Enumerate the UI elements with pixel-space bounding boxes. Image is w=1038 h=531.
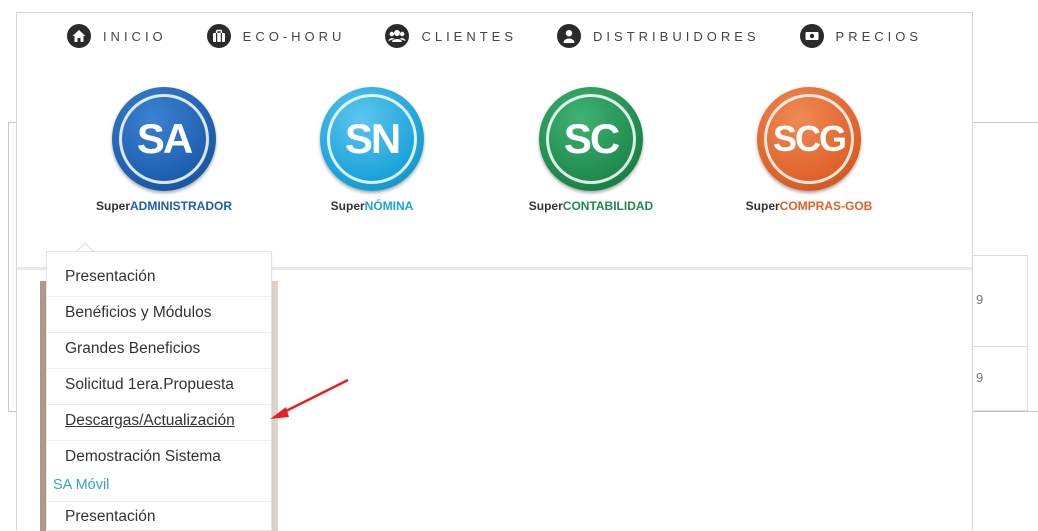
menu-item-grandes-beneficios[interactable]: Grandes Beneficios	[47, 339, 271, 359]
product-name: SuperADMINISTRADOR	[95, 199, 232, 213]
menu-separator	[47, 368, 271, 369]
background-divider	[972, 122, 1038, 123]
menu-separator	[47, 501, 271, 502]
sn-logo: SN	[320, 87, 424, 191]
briefcase-icon	[206, 24, 231, 48]
product-supercontabilidad[interactable]: SC SuperCONTABILIDAD	[501, 87, 681, 213]
menu-item-sa-movil-presentacion[interactable]: Presentación	[47, 507, 271, 527]
nav-item-distribuidores[interactable]: DISTRIBUIDORES	[557, 24, 760, 48]
dropdown-menu: Presentación Benéficios y Módulos Grande…	[46, 251, 272, 531]
menu-separator	[47, 440, 271, 441]
background-divider	[972, 411, 1038, 412]
table-row-divider	[973, 346, 1027, 347]
menu-section-heading[interactable]: SA Móvil	[53, 477, 109, 493]
nav-item-clientes[interactable]: CLIENTES	[385, 24, 517, 48]
product-superadministrador[interactable]: SA SuperADMINISTRADOR	[74, 87, 254, 213]
users-icon	[385, 24, 410, 48]
background-table: 9 9	[972, 255, 1028, 411]
top-navigation: INICIO ECO-HORU CLIENTES DISTRIBUIDORES …	[17, 13, 972, 59]
nav-item-inicio[interactable]: INICIO	[66, 24, 167, 48]
menu-separator	[47, 296, 271, 297]
product-name: SuperCOMPRAS-GOB	[745, 199, 873, 213]
annotation-arrow-icon	[270, 378, 349, 419]
menu-item-demostracion-sistema[interactable]: Demostración Sistema	[47, 447, 271, 467]
table-cell: 9	[976, 370, 984, 385]
menu-item-presentacion[interactable]: Presentación	[47, 267, 271, 287]
product-supercompras-gob[interactable]: SCG SuperCOMPRAS-GOB	[719, 87, 899, 213]
home-icon	[66, 24, 91, 48]
menu-item-beneficios-modulos[interactable]: Benéficios y Módulos	[47, 303, 271, 323]
nav-label: ECO-HORU	[242, 28, 346, 44]
nav-label: INICIO	[102, 28, 167, 44]
nav-item-eco-horu[interactable]: ECO-HORU	[206, 24, 346, 48]
scg-logo: SCG	[757, 87, 861, 191]
user-icon	[557, 24, 582, 48]
nav-item-precios[interactable]: PRECIOS	[799, 24, 923, 48]
product-name: SuperNÓMINA	[330, 199, 414, 213]
logo-abbr: SN	[344, 115, 401, 162]
money-icon	[799, 24, 824, 48]
sa-logo: SA	[112, 87, 216, 191]
nav-label: PRECIOS	[835, 28, 923, 44]
menu-item-solicitud-propuesta[interactable]: Solicitud 1era.Propuesta	[47, 375, 271, 395]
logo-abbr: SCG	[772, 118, 847, 159]
menu-item-descargas-actualizacion[interactable]: Descargas/Actualización	[47, 411, 271, 431]
menu-separator	[47, 404, 271, 405]
logo-abbr: SA	[136, 115, 193, 162]
menu-separator	[47, 332, 271, 333]
nav-label: DISTRIBUIDORES	[593, 28, 760, 44]
product-name: SuperCONTABILIDAD	[528, 199, 654, 213]
nav-label: CLIENTES	[421, 28, 518, 44]
main-nav-panel: INICIO ECO-HORU CLIENTES DISTRIBUIDORES …	[16, 12, 973, 531]
product-logos: SA SuperADMINISTRADOR SN SuperNÓMINA SC …	[17, 87, 972, 227]
logo-abbr: SC	[563, 115, 620, 162]
table-cell: 9	[976, 292, 984, 307]
product-supernomina[interactable]: SN SuperNÓMINA	[282, 87, 462, 213]
sc-logo: SC	[539, 87, 643, 191]
